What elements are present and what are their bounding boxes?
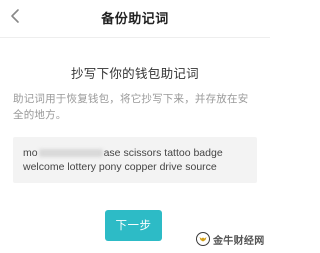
mnemonic-phrase-text: mo ase scissors tattoo badge welcome lott… — [23, 146, 253, 174]
header-divider — [0, 37, 270, 38]
bull-logo-icon — [196, 232, 210, 246]
watermark: 金牛财经网 — [196, 231, 265, 247]
watermark-text: 金牛财经网 — [213, 235, 265, 247]
section-subtitle: 抄写下你的钱包助记词 — [70, 66, 199, 81]
mnemonic-line2: welcome lottery pony copper drive source — [23, 161, 217, 173]
page-title: 备份助记词 — [101, 12, 169, 27]
next-step-button[interactable]: 下一步 — [105, 210, 162, 241]
instruction-text: 助记词用于恢复钱包，将它抄写下来，并存放在安全的地方。 — [13, 93, 249, 121]
mnemonic-redaction-blur — [38, 149, 103, 158]
mnemonic-phrase-box: mo ase scissors tattoo badge welcome lott… — [13, 137, 257, 183]
mnemonic-word-prefix: mo — [23, 147, 38, 159]
header-bar: 备份助记词 — [0, 0, 270, 38]
mnemonic-line1-suffix: ase scissors tattoo badge — [103, 147, 223, 159]
